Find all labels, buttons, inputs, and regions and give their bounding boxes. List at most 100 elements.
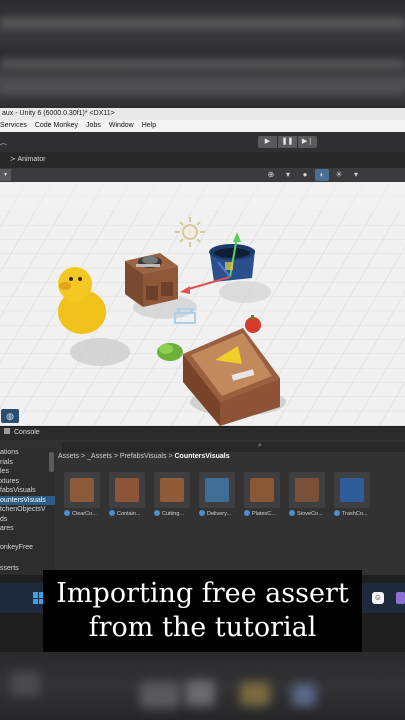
shading-wireframe-icon[interactable]: ● — [298, 169, 312, 181]
tree-scrollbar[interactable] — [49, 452, 54, 472]
blurred-background-top — [0, 0, 405, 108]
breadcrumb-separator: > — [168, 453, 173, 460]
breadcrumb: Assets > _Assets > PrefabsVisuals > Coun… — [58, 453, 230, 460]
asset-thumbnail — [334, 472, 370, 508]
asset-label: ClearCo... — [72, 511, 97, 517]
prefab-icon — [154, 510, 160, 516]
menu-item-jobs[interactable]: Jobs — [86, 120, 101, 132]
asset-label: Cutting... — [162, 511, 185, 517]
pause-button[interactable]: ❚❚ — [278, 136, 297, 148]
asset-label: PlatesC... — [252, 511, 276, 517]
asset-thumbnail — [154, 472, 190, 508]
folder-item[interactable]: les — [0, 467, 55, 477]
menu-item-help[interactable]: Help — [142, 120, 156, 132]
asset-preview — [340, 478, 364, 502]
prefab-icon — [109, 510, 115, 516]
gizmo-toggle-icon[interactable]: ⊕ — [264, 169, 278, 181]
tray-app-icon-2[interactable] — [396, 592, 405, 604]
search-icon[interactable]: ⌕ — [258, 442, 262, 450]
folder-item[interactable]: ations — [0, 448, 55, 458]
folder-item[interactable]: ares — [0, 524, 55, 534]
breadcrumb-underscore-assets[interactable]: _Assets — [87, 453, 112, 460]
asset-item[interactable]: PlatesC... — [244, 472, 281, 517]
effects-dropdown-icon[interactable]: ▾ — [349, 169, 363, 181]
video-caption: Importing free assert from the tutorial — [43, 570, 362, 652]
asset-thumbnail — [109, 472, 145, 508]
asset-grid: ClearCo... Contain... Cutting... Deliver… — [64, 472, 371, 517]
prefab-icon — [64, 510, 70, 516]
play-button[interactable]: ▶ — [258, 136, 277, 148]
asset-thumbnail — [244, 472, 280, 508]
menu-item-code-monkey[interactable]: Code Monkey — [35, 120, 78, 132]
animator-icon: ≻ — [10, 156, 16, 163]
scene-gizmo-button[interactable]: ◍ — [1, 409, 19, 423]
breadcrumb-separator: > — [113, 453, 118, 460]
folder-item[interactable]: fabsVisuals — [0, 486, 55, 496]
stove-counter — [125, 253, 178, 307]
tab-console[interactable]: Console — [4, 428, 40, 436]
prefab-icon — [199, 510, 205, 516]
tool-handle-icon[interactable]: ⁔ — [0, 136, 6, 145]
prefab-icon — [244, 510, 250, 516]
asset-item[interactable]: StoveCo... — [289, 472, 326, 517]
asset-item[interactable]: Cutting... — [154, 472, 191, 517]
scene-view-dropdown[interactable]: ▾ — [0, 169, 11, 181]
tab-row — [0, 152, 405, 168]
asset-thumbnail — [64, 472, 100, 508]
folder-item[interactable]: onkeyFree — [0, 543, 55, 553]
breadcrumb-prefabs-visuals[interactable]: PrefabsVisuals — [120, 453, 167, 460]
folder-item[interactable]: xtures — [0, 477, 55, 487]
prefab-icon — [334, 510, 340, 516]
gizmo-dropdown-icon[interactable]: ▾ — [281, 169, 295, 181]
tab-console-label: Console — [14, 429, 40, 436]
scene-toolbar-icons: ⊕ ▾ ● ◐ ✳ ▾ — [264, 169, 363, 181]
window-title: aux - Unity 6 (6000.0.30f1)* <DX11> — [2, 110, 115, 117]
asset-label: Delivery... — [207, 511, 232, 517]
asset-preview — [160, 478, 184, 502]
console-tab-bar — [0, 426, 405, 440]
shading-shaded-icon[interactable]: ◐ — [315, 169, 329, 181]
folder-item[interactable] — [0, 534, 55, 544]
tab-animator-label: Animator — [17, 156, 46, 163]
blurred-background-bottom — [0, 652, 405, 720]
asset-preview — [250, 478, 274, 502]
folder-item[interactable]: ds — [0, 515, 55, 525]
asset-thumbnail — [199, 472, 235, 508]
project-search-bar[interactable] — [62, 442, 405, 452]
folder-item[interactable]: tchenObjectsV — [0, 505, 55, 515]
caption-line-1: Importing free assert — [56, 578, 349, 609]
window-title-bar: aux - Unity 6 (6000.0.30f1)* <DX11> — [0, 108, 405, 120]
asset-preview — [115, 478, 139, 502]
folder-item-selected[interactable]: ountersVisuals — [0, 495, 55, 505]
tab-animator[interactable]: ≻ Animator — [10, 155, 45, 163]
asset-preview — [205, 478, 229, 502]
asset-label: StoveCo... — [297, 511, 323, 517]
asset-preview — [70, 478, 94, 502]
asset-label: Contain... — [117, 511, 141, 517]
asset-label: TrashCo... — [342, 511, 368, 517]
asset-item[interactable]: TrashCo... — [334, 472, 371, 517]
step-button[interactable]: ▶❘ — [298, 136, 317, 148]
asset-item[interactable]: Delivery... — [199, 472, 236, 517]
asset-thumbnail — [289, 472, 325, 508]
asset-preview — [295, 478, 319, 502]
tray-app-icon[interactable]: ☺ — [372, 592, 384, 604]
menu-bar: Services Code Monkey Jobs Window Help — [0, 120, 405, 132]
console-icon — [4, 428, 10, 434]
breadcrumb-separator: > — [80, 453, 86, 460]
scene-render — [0, 182, 405, 426]
lettuce — [157, 343, 183, 361]
menu-item-window[interactable]: Window — [109, 120, 134, 132]
breadcrumb-current: CountersVisuals — [174, 453, 230, 460]
prefab-icon — [289, 510, 295, 516]
asset-item[interactable]: Contain... — [109, 472, 146, 517]
breadcrumb-assets[interactable]: Assets — [58, 453, 79, 460]
play-controls: ▶ ❚❚ ▶❘ — [258, 136, 317, 148]
scene-viewport[interactable] — [0, 182, 405, 426]
menu-item-services[interactable]: Services — [0, 120, 27, 132]
effects-toggle-icon[interactable]: ✳ — [332, 169, 346, 181]
caption-line-2: from the tutorial — [88, 612, 317, 643]
video-frame: aux - Unity 6 (6000.0.30f1)* <DX11> Serv… — [0, 0, 405, 720]
asset-item[interactable]: ClearCo... — [64, 472, 101, 517]
folder-item[interactable]: rials — [0, 458, 55, 468]
